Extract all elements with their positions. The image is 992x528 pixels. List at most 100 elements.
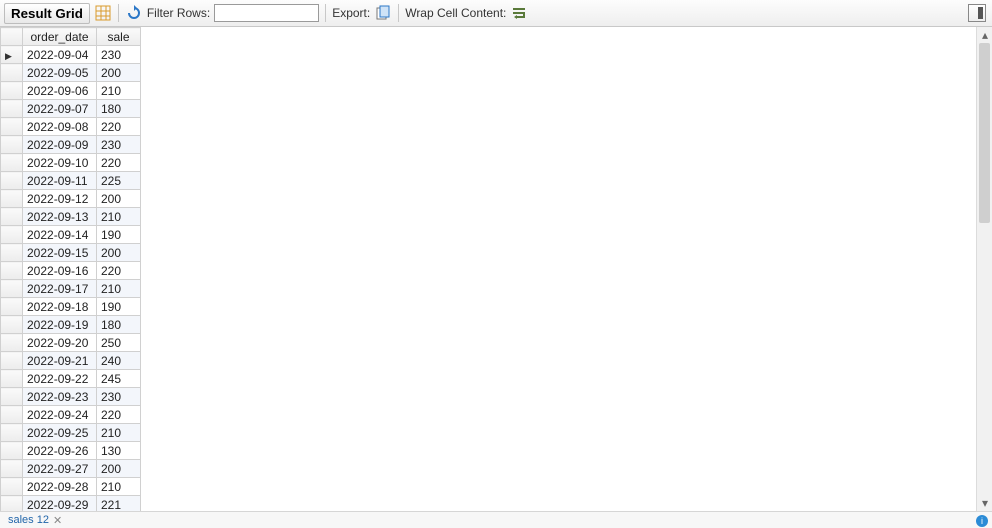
cell-order-date[interactable]: 2022-09-18 (23, 298, 97, 316)
cell-order-date[interactable]: 2022-09-05 (23, 64, 97, 82)
row-gutter[interactable] (1, 154, 23, 172)
cell-sale[interactable]: 200 (97, 64, 141, 82)
cell-order-date[interactable]: 2022-09-04 (23, 46, 97, 64)
table-row[interactable]: 2022-09-16220 (1, 262, 141, 280)
row-gutter[interactable] (1, 388, 23, 406)
scroll-thumb[interactable] (979, 43, 990, 223)
row-header-blank[interactable] (1, 28, 23, 46)
table-row[interactable]: 2022-09-24220 (1, 406, 141, 424)
row-gutter[interactable] (1, 226, 23, 244)
grid-view-icon[interactable] (94, 4, 112, 22)
cell-order-date[interactable]: 2022-09-16 (23, 262, 97, 280)
row-gutter[interactable] (1, 424, 23, 442)
table-row[interactable]: 2022-09-23230 (1, 388, 141, 406)
row-gutter[interactable] (1, 46, 23, 64)
cell-sale[interactable]: 190 (97, 298, 141, 316)
cell-sale[interactable]: 200 (97, 244, 141, 262)
cell-order-date[interactable]: 2022-09-28 (23, 478, 97, 496)
cell-sale[interactable]: 245 (97, 370, 141, 388)
table-row[interactable]: 2022-09-14190 (1, 226, 141, 244)
cell-sale[interactable]: 130 (97, 442, 141, 460)
wrap-cell-icon[interactable] (510, 4, 528, 22)
row-gutter[interactable] (1, 136, 23, 154)
cell-sale[interactable]: 220 (97, 262, 141, 280)
cell-sale[interactable]: 230 (97, 388, 141, 406)
table-row[interactable]: 2022-09-06210 (1, 82, 141, 100)
row-gutter[interactable] (1, 64, 23, 82)
table-row[interactable]: 2022-09-21240 (1, 352, 141, 370)
table-row[interactable]: 2022-09-15200 (1, 244, 141, 262)
table-row[interactable]: 2022-09-12200 (1, 190, 141, 208)
cell-sale[interactable]: 220 (97, 154, 141, 172)
cell-order-date[interactable]: 2022-09-06 (23, 82, 97, 100)
cell-sale[interactable]: 240 (97, 352, 141, 370)
table-row[interactable]: 2022-09-27200 (1, 460, 141, 478)
cell-sale[interactable]: 210 (97, 208, 141, 226)
close-icon[interactable]: ✕ (53, 514, 62, 527)
row-gutter[interactable] (1, 280, 23, 298)
table-row[interactable]: 2022-09-26130 (1, 442, 141, 460)
cell-sale[interactable]: 230 (97, 136, 141, 154)
cell-order-date[interactable]: 2022-09-13 (23, 208, 97, 226)
cell-sale[interactable]: 180 (97, 100, 141, 118)
cell-order-date[interactable]: 2022-09-25 (23, 424, 97, 442)
cell-order-date[interactable]: 2022-09-12 (23, 190, 97, 208)
cell-sale[interactable]: 180 (97, 316, 141, 334)
scroll-up-arrow-icon[interactable]: ▴ (977, 27, 992, 43)
row-gutter[interactable] (1, 208, 23, 226)
vertical-scrollbar[interactable]: ▴ ▾ (976, 27, 992, 511)
row-gutter[interactable] (1, 478, 23, 496)
table-row[interactable]: 2022-09-08220 (1, 118, 141, 136)
table-row[interactable]: 2022-09-22245 (1, 370, 141, 388)
cell-sale[interactable]: 210 (97, 82, 141, 100)
column-header-sale[interactable]: sale (97, 28, 141, 46)
cell-sale[interactable]: 200 (97, 460, 141, 478)
cell-order-date[interactable]: 2022-09-22 (23, 370, 97, 388)
row-gutter[interactable] (1, 118, 23, 136)
cell-order-date[interactable]: 2022-09-17 (23, 280, 97, 298)
cell-sale[interactable]: 210 (97, 424, 141, 442)
result-tab-active[interactable]: sales 12 ✕ (4, 514, 66, 527)
cell-order-date[interactable]: 2022-09-14 (23, 226, 97, 244)
export-icon[interactable] (374, 4, 392, 22)
row-gutter[interactable] (1, 442, 23, 460)
refresh-icon[interactable] (125, 4, 143, 22)
cell-sale[interactable]: 200 (97, 190, 141, 208)
table-row[interactable]: 2022-09-11225 (1, 172, 141, 190)
row-gutter[interactable] (1, 316, 23, 334)
cell-order-date[interactable]: 2022-09-19 (23, 316, 97, 334)
table-row[interactable]: 2022-09-17210 (1, 280, 141, 298)
row-gutter[interactable] (1, 100, 23, 118)
cell-sale[interactable]: 250 (97, 334, 141, 352)
cell-order-date[interactable]: 2022-09-15 (23, 244, 97, 262)
filter-rows-input[interactable] (214, 4, 319, 22)
table-row[interactable]: 2022-09-28210 (1, 478, 141, 496)
cell-sale[interactable]: 221 (97, 496, 141, 512)
cell-sale[interactable]: 190 (97, 226, 141, 244)
row-gutter[interactable] (1, 190, 23, 208)
cell-sale[interactable]: 210 (97, 280, 141, 298)
table-row[interactable]: 2022-09-20250 (1, 334, 141, 352)
row-gutter[interactable] (1, 298, 23, 316)
cell-order-date[interactable]: 2022-09-11 (23, 172, 97, 190)
panel-toggle-icon[interactable] (968, 4, 986, 22)
table-row[interactable]: 2022-09-18190 (1, 298, 141, 316)
scroll-down-arrow-icon[interactable]: ▾ (977, 495, 992, 511)
cell-sale[interactable]: 230 (97, 46, 141, 64)
cell-order-date[interactable]: 2022-09-23 (23, 388, 97, 406)
table-row[interactable]: 2022-09-09230 (1, 136, 141, 154)
cell-order-date[interactable]: 2022-09-21 (23, 352, 97, 370)
row-gutter[interactable] (1, 82, 23, 100)
grid-scroll-region[interactable]: order_date sale 2022-09-042302022-09-052… (0, 27, 976, 511)
result-grid-button[interactable]: Result Grid (4, 3, 90, 24)
cell-sale[interactable]: 220 (97, 406, 141, 424)
cell-order-date[interactable]: 2022-09-10 (23, 154, 97, 172)
cell-sale[interactable]: 210 (97, 478, 141, 496)
table-row[interactable]: 2022-09-04230 (1, 46, 141, 64)
cell-order-date[interactable]: 2022-09-29 (23, 496, 97, 512)
table-row[interactable]: 2022-09-10220 (1, 154, 141, 172)
table-row[interactable]: 2022-09-19180 (1, 316, 141, 334)
cell-sale[interactable]: 220 (97, 118, 141, 136)
row-gutter[interactable] (1, 496, 23, 512)
cell-order-date[interactable]: 2022-09-27 (23, 460, 97, 478)
